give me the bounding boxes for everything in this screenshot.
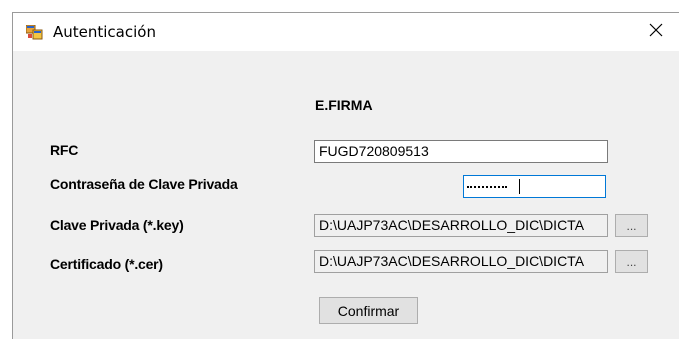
- close-icon: [649, 23, 663, 42]
- title-bar: Autenticación: [13, 13, 679, 51]
- app-window-icon: [25, 24, 43, 40]
- confirm-button[interactable]: Confirmar: [319, 297, 418, 324]
- password-mask: [467, 186, 507, 190]
- close-button[interactable]: [633, 13, 679, 51]
- key-path-field[interactable]: D:\UAJP73AC\DESARROLLO_DIC\DICTA: [314, 214, 608, 237]
- window-title: Autenticación: [53, 23, 156, 41]
- rfc-label: RFC: [50, 142, 79, 158]
- cert-label: Certificado (*.cer): [50, 256, 163, 272]
- auth-dialog: Autenticación E.FIRMA RFC FUGD720809513 …: [12, 12, 679, 339]
- password-label: Contraseña de Clave Privada: [50, 176, 238, 192]
- form-heading: E.FIRMA: [315, 97, 373, 113]
- key-label: Clave Privada (*.key): [50, 217, 184, 233]
- browse-cert-button[interactable]: ...: [615, 250, 648, 273]
- password-field[interactable]: [463, 175, 606, 198]
- cert-path-field[interactable]: D:\UAJP73AC\DESARROLLO_DIC\DICTA: [314, 250, 608, 273]
- browse-key-button[interactable]: ...: [615, 214, 648, 237]
- rfc-field[interactable]: FUGD720809513: [314, 140, 608, 163]
- text-caret: [519, 179, 520, 194]
